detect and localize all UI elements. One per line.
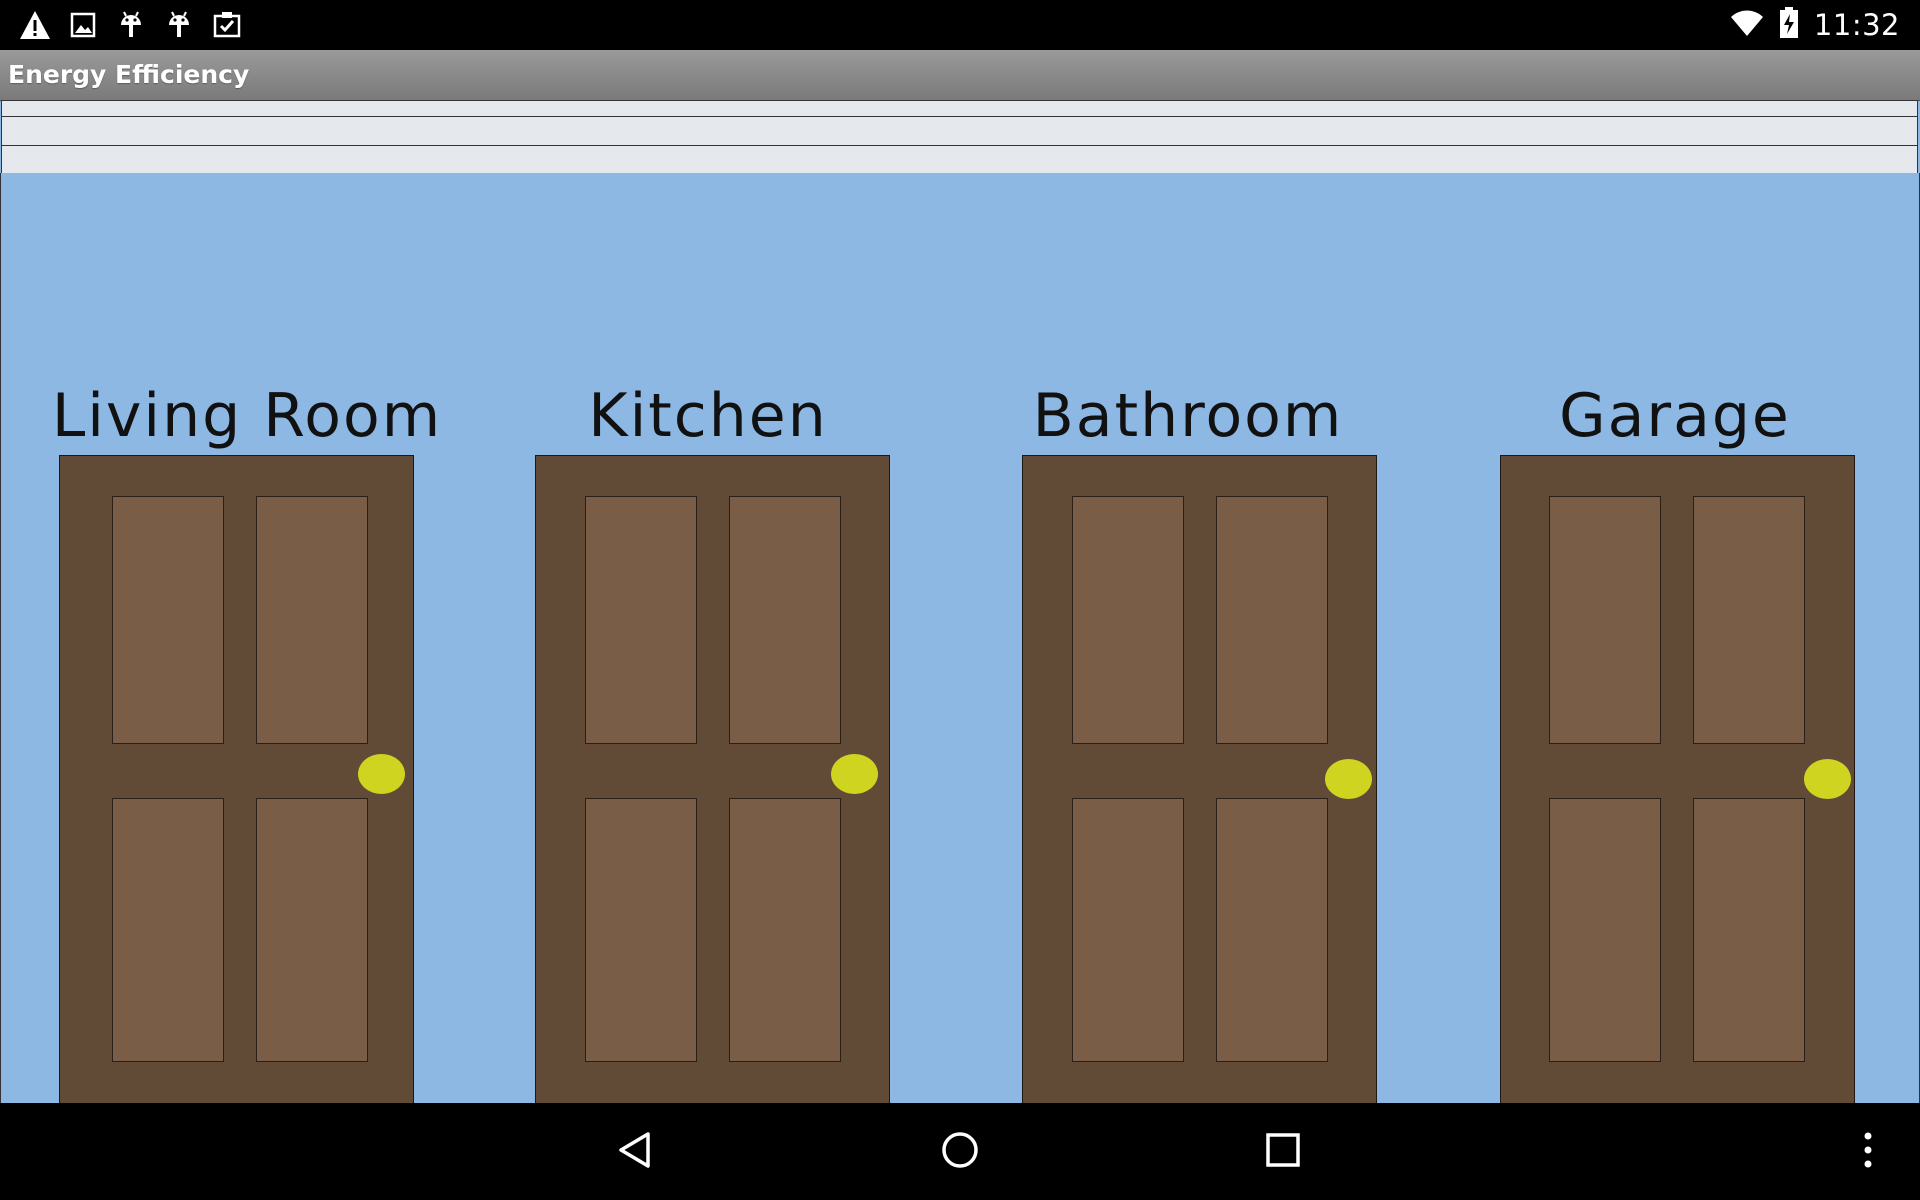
navigation-bar — [0, 1103, 1920, 1200]
door-knob — [1325, 759, 1372, 799]
app-title: Energy Efficiency — [8, 60, 250, 89]
back-icon — [615, 1130, 655, 1174]
back-button[interactable] — [580, 1103, 690, 1200]
overflow-menu-button[interactable] — [1815, 1103, 1920, 1200]
door-knob — [831, 754, 878, 794]
door-panel — [585, 798, 697, 1062]
door-garage[interactable] — [1500, 455, 1855, 1103]
door-panel — [729, 496, 841, 744]
door-panel — [1549, 798, 1661, 1062]
door-panel — [1072, 496, 1184, 744]
room-label-living-room: Living Room — [51, 381, 443, 451]
room-label-kitchen: Kitchen — [588, 381, 828, 451]
door-knob — [1804, 759, 1851, 799]
android-icon — [114, 8, 148, 42]
top-rail — [1, 145, 1918, 174]
door-panel — [1693, 798, 1805, 1062]
status-clock: 11:32 — [1813, 8, 1900, 42]
status-system-icons: 11:32 — [1730, 0, 1900, 50]
recents-button[interactable] — [1228, 1103, 1338, 1200]
status-notification-icons — [18, 8, 244, 42]
door-panel — [1072, 798, 1184, 1062]
door-panel — [256, 496, 368, 744]
status-bar: 11:32 — [0, 0, 1920, 50]
door-panel — [1549, 496, 1661, 744]
door-kitchen[interactable] — [535, 455, 890, 1103]
top-rail — [1, 116, 1918, 146]
door-bathroom[interactable] — [1022, 455, 1377, 1103]
action-bar: Energy Efficiency — [0, 50, 1920, 101]
overflow-menu-icon — [1863, 1130, 1873, 1174]
wifi-icon — [1730, 9, 1764, 41]
door-panel — [1216, 496, 1328, 744]
android-icon — [162, 8, 196, 42]
door-panel — [112, 798, 224, 1062]
room-label-garage: Garage — [1559, 381, 1791, 451]
home-icon — [940, 1130, 980, 1174]
door-living-room[interactable] — [59, 455, 414, 1103]
image-icon — [66, 8, 100, 42]
recents-icon — [1265, 1132, 1301, 1172]
door-panel — [585, 496, 697, 744]
door-panel — [1216, 798, 1328, 1062]
door-knob — [358, 754, 405, 794]
home-button[interactable] — [905, 1103, 1015, 1200]
clipboard-check-icon — [210, 8, 244, 42]
top-rail — [1, 100, 1918, 117]
room-label-bathroom: Bathroom — [1032, 381, 1344, 451]
door-panel — [1693, 496, 1805, 744]
battery-charging-icon — [1778, 7, 1800, 43]
door-panel — [256, 798, 368, 1062]
door-panel — [729, 798, 841, 1062]
door-panel — [112, 496, 224, 744]
warning-icon — [18, 8, 52, 42]
